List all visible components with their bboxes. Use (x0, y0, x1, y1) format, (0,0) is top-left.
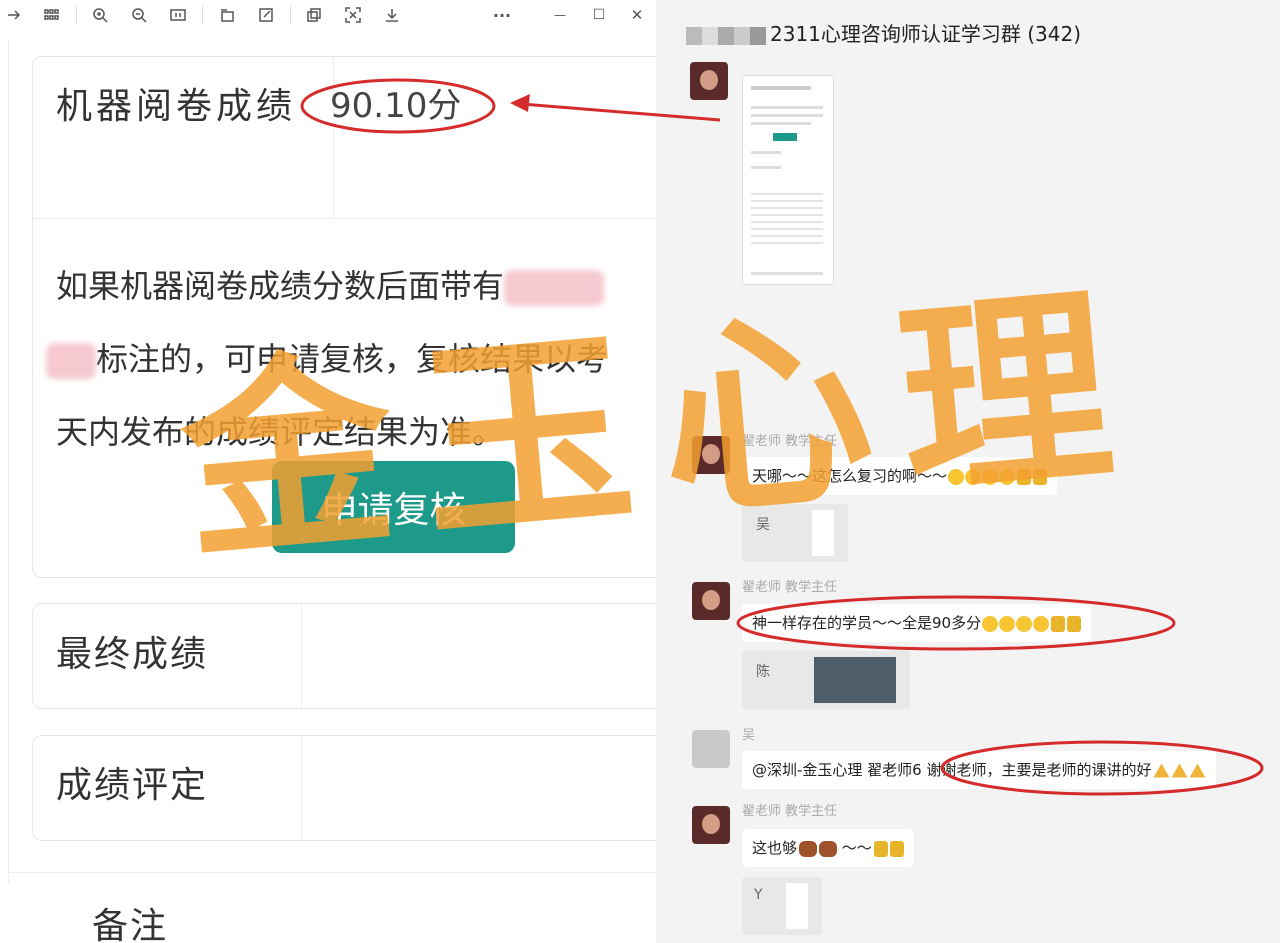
annotation-arrow (510, 94, 721, 122)
